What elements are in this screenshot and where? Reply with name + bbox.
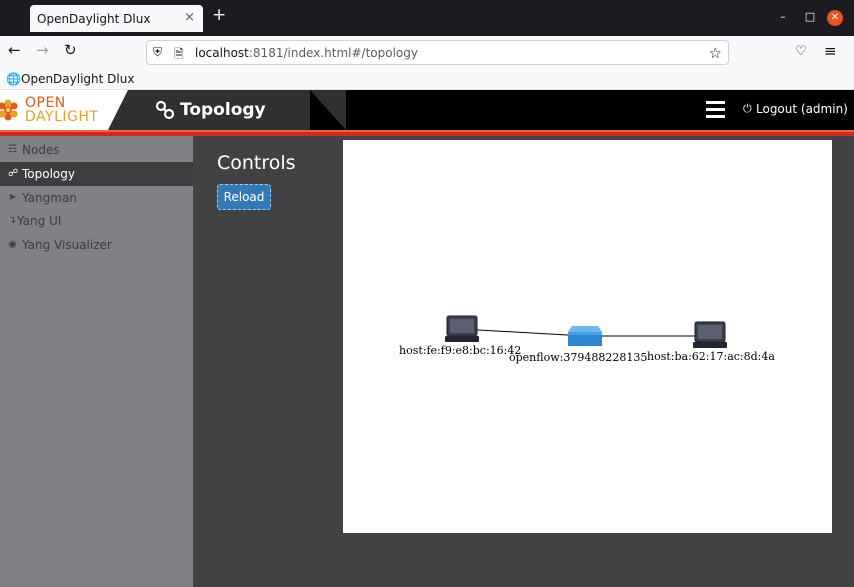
link-icon: ☍ xyxy=(8,168,19,179)
maximize-icon[interactable]: □ xyxy=(802,9,818,25)
sidebar-item-yang-visualizer[interactable]: ◉ Yang Visualizer xyxy=(0,233,193,257)
sidebar-item-topology[interactable]: ☍ Topology xyxy=(0,162,193,186)
shield-icon[interactable]: ⛨ xyxy=(153,45,162,60)
topology-link xyxy=(460,328,586,337)
globe-icon: 🌐 xyxy=(6,72,21,86)
header-divider-right xyxy=(310,90,346,130)
bookmarks-bar: 🌐 OpenDaylight Dlux xyxy=(0,69,854,90)
menu-icon[interactable]: ≡ xyxy=(824,42,837,60)
switch-node-label: openflow:379488228135 xyxy=(509,351,648,364)
browser-tab-bar: OpenDaylight Dlux × + – □ ✕ xyxy=(0,0,854,36)
back-icon[interactable]: ← xyxy=(8,43,21,58)
sidebar-item-nodes[interactable]: ☶ Nodes xyxy=(0,138,193,162)
host-node-label: host:fe:f9:e8:bc:16:42 xyxy=(399,344,522,357)
bookmark-opendaylight[interactable]: OpenDaylight Dlux xyxy=(21,72,134,86)
flower-logo-icon xyxy=(0,99,18,121)
logo-text-open: OPEN xyxy=(25,95,66,111)
browser-nav-bar: ← → ↻ ⛨ 🗎 localhost:8181/index.html#/top… xyxy=(0,36,854,69)
minimize-icon[interactable]: – xyxy=(775,9,791,25)
topology-graph[interactable] xyxy=(343,140,832,533)
tab-title: OpenDaylight Dlux xyxy=(37,12,151,26)
rocket-icon: ➤ xyxy=(8,192,17,203)
sidebar-item-label: Nodes xyxy=(22,143,60,157)
eye-icon: ◉ xyxy=(8,239,17,250)
pocket-icon[interactable]: ♡ xyxy=(795,44,807,59)
header-divider-left xyxy=(108,90,128,130)
bookmark-star-icon[interactable]: ☆ xyxy=(709,44,722,62)
reload-page-icon[interactable]: ↻ xyxy=(64,43,77,58)
app-header: OPEN DAYLIGHT Topology ⏻ Logout (admin) xyxy=(0,90,854,130)
reload-button[interactable]: Reload xyxy=(217,184,271,210)
host-node-icon[interactable] xyxy=(693,321,727,348)
close-window-icon[interactable]: ✕ xyxy=(827,10,843,26)
sidebar-item-label: Yang Visualizer xyxy=(22,238,112,252)
sidebar-item-yang-ui[interactable]: ↴ Yang UI xyxy=(0,209,193,233)
main-content: Controls Reload host:fe:f9:e8:bc:16:42 o… xyxy=(193,136,854,587)
forward-icon[interactable]: → xyxy=(36,43,49,58)
power-icon[interactable]: ⏻ xyxy=(743,102,752,116)
new-tab-button[interactable]: + xyxy=(212,7,226,24)
address-bar[interactable]: ⛨ 🗎 localhost:8181/index.html#/topology … xyxy=(146,40,729,65)
browser-tab[interactable]: OpenDaylight Dlux × xyxy=(30,5,203,32)
hamburger-menu-icon[interactable] xyxy=(706,101,725,118)
sidebar-item-yangman[interactable]: ➤ Yangman xyxy=(0,186,193,210)
sidebar-item-label: Yangman xyxy=(22,191,77,205)
sidebar: ☶ Nodes ☍ Topology ➤ Yangman ↴ Yang UI ◉… xyxy=(0,136,193,587)
page-icon[interactable]: 🗎 xyxy=(174,45,184,66)
topology-canvas[interactable]: host:fe:f9:e8:bc:16:42 openflow:37948822… xyxy=(343,140,832,533)
host-node-icon[interactable] xyxy=(445,315,479,342)
sitemap-icon: ☶ xyxy=(8,144,17,155)
host-node-label: host:ba:62:17:ac:8d:4a xyxy=(647,350,775,363)
logo-text-daylight: DAYLIGHT xyxy=(25,109,99,125)
switch-node-icon[interactable] xyxy=(568,326,602,346)
tab-close-icon[interactable]: × xyxy=(184,10,195,25)
sidebar-item-label: Yang UI xyxy=(17,214,62,228)
topology-link-icon xyxy=(155,100,175,120)
page-title: Topology xyxy=(180,100,266,120)
level-down-icon: ↴ xyxy=(8,215,17,226)
url-text[interactable]: localhost:8181/index.html#/topology xyxy=(195,46,418,60)
controls-heading: Controls xyxy=(217,152,296,174)
sidebar-item-label: Topology xyxy=(22,167,75,181)
logout-link[interactable]: Logout (admin) xyxy=(756,102,848,116)
